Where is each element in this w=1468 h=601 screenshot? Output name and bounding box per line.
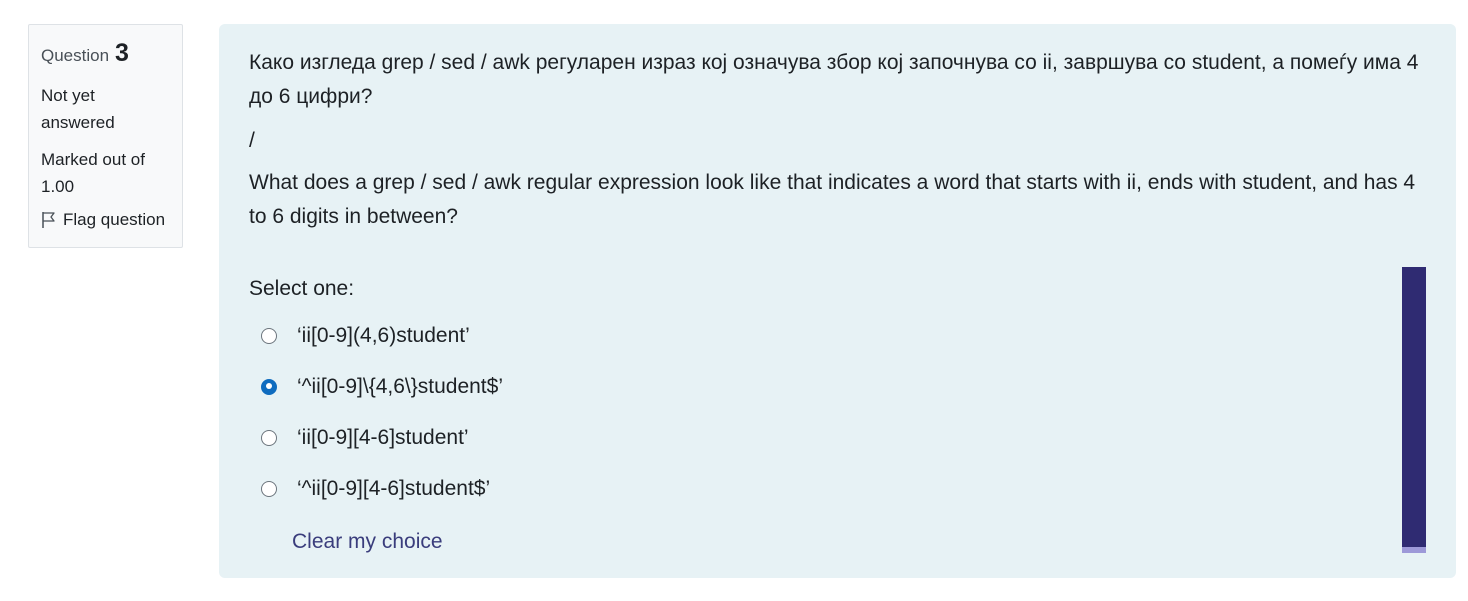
scrollbar-thumb[interactable]	[1402, 547, 1426, 553]
answer-label-2: ‘^ii[0-9]\{4,6\}student$’	[297, 374, 503, 398]
select-one-prompt: Select one:	[249, 277, 355, 300]
flag-question-link[interactable]: Flag question	[41, 210, 170, 230]
question-grade: Marked out of 1.00	[41, 150, 145, 196]
answer-option-1[interactable]: ‘ii[0-9](4,6)student’	[249, 310, 1426, 361]
question-text-separator: /	[249, 129, 255, 152]
quiz-page: Question 3 Not yet answered Marked out o…	[0, 0, 1468, 601]
question-state: Not yet answered	[41, 86, 115, 132]
question-info-box: Question 3 Not yet answered Marked out o…	[28, 24, 183, 248]
answer-radio-3[interactable]	[261, 429, 277, 446]
flag-icon	[41, 211, 57, 229]
answer-radio-1[interactable]	[261, 327, 277, 344]
question-text: Како изгледа grep / sed / awk регуларен …	[249, 46, 1426, 234]
answer-option-4[interactable]: ‘^ii[0-9][4-6]student$’	[249, 463, 1426, 514]
vertical-scrollbar[interactable]	[1402, 267, 1426, 553]
answer-label-4: ‘^ii[0-9][4-6]student$’	[297, 476, 491, 500]
question-word: Question	[41, 46, 110, 65]
question-number-heading: Question 3	[41, 39, 170, 68]
question-text-english: What does a grep / sed / awk regular exp…	[249, 171, 1416, 228]
answer-radio-2[interactable]	[261, 378, 277, 395]
answer-options: ‘ii[0-9](4,6)student’ ‘^ii[0-9]\{4,6\}st…	[249, 310, 1426, 514]
clear-my-choice-link[interactable]: Clear my choice	[292, 530, 443, 554]
answer-option-3[interactable]: ‘ii[0-9][4-6]student’	[249, 412, 1426, 463]
question-content-panel: Како изгледа grep / sed / awk регуларен …	[219, 24, 1456, 578]
answer-label-1: ‘ii[0-9](4,6)student’	[297, 323, 470, 347]
question-text-macedonian: Како изгледа grep / sed / awk регуларен …	[249, 51, 1419, 108]
question-number: 3	[115, 39, 129, 67]
answer-option-2[interactable]: ‘^ii[0-9]\{4,6\}student$’	[249, 361, 1426, 412]
answer-label-3: ‘ii[0-9][4-6]student’	[297, 425, 469, 449]
answer-radio-4[interactable]	[261, 480, 277, 497]
flag-question-label: Flag question	[63, 210, 166, 229]
